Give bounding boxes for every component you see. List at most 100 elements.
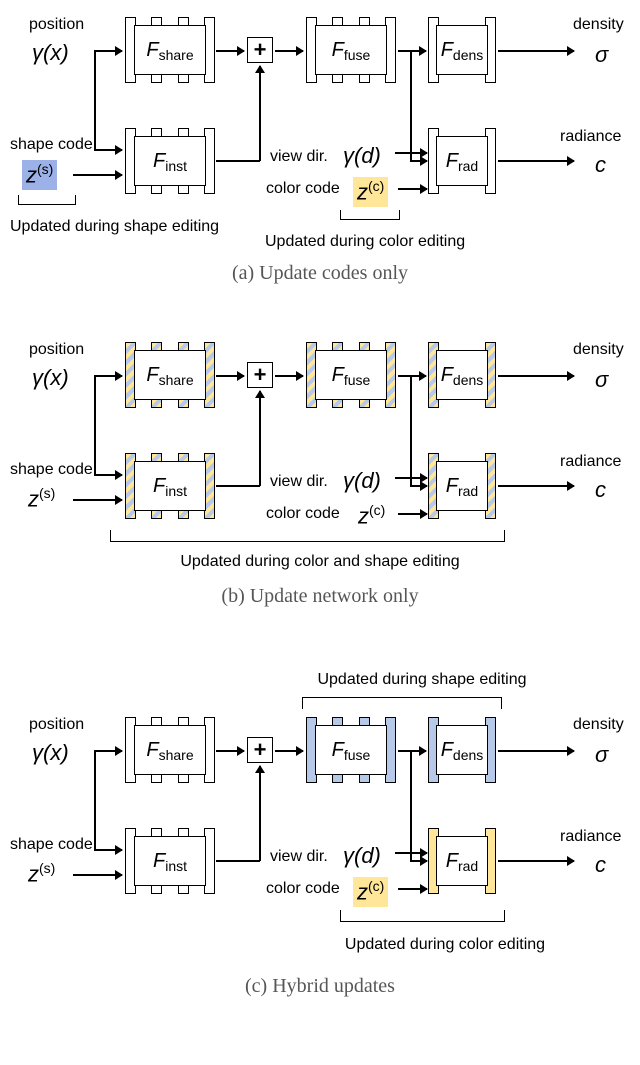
line <box>410 375 412 485</box>
f-inst-a: Finst <box>134 136 206 186</box>
label-colorcode-c: color code <box>266 879 340 898</box>
f-fuse-c: Ffuse <box>315 725 387 775</box>
arrow <box>94 849 122 851</box>
sym-gamma-x-a: γ(x) <box>32 40 69 66</box>
line <box>94 750 96 849</box>
arrow <box>275 750 303 752</box>
arrow <box>94 50 122 52</box>
sym-c-a: c <box>595 152 606 178</box>
f-dens-b: Fdens <box>436 350 488 400</box>
sym-sigma-b: σ <box>595 367 608 393</box>
sym-zs-a: z(s) <box>22 160 57 190</box>
brace-c-top <box>302 697 502 709</box>
label-density-b: density <box>573 340 624 359</box>
brace <box>18 195 76 205</box>
note-b: Updated during color and shape editing <box>0 552 640 571</box>
arrow <box>73 174 122 176</box>
label-shape-code-a: shape code <box>10 135 93 154</box>
f-rad-b: Frad <box>436 461 488 511</box>
arrow <box>73 874 122 876</box>
arrow <box>398 513 427 515</box>
f-rad-c: Frad <box>436 836 488 886</box>
arrow <box>498 50 574 52</box>
arrow <box>398 888 427 890</box>
arrow <box>498 485 574 487</box>
arrow <box>216 375 244 377</box>
arrow <box>398 50 426 52</box>
arrow <box>498 750 574 752</box>
arrow <box>395 152 427 154</box>
f-fuse-a: Ffuse <box>315 25 387 75</box>
caption-a: (a) Update codes only <box>0 262 640 285</box>
sym-gamma-x-c: γ(x) <box>32 740 69 766</box>
sym-zs-c: z(s) <box>28 860 55 888</box>
label-position-c: position <box>29 715 84 734</box>
label-colorcode-a: color code <box>266 179 340 198</box>
f-share-b: Fshare <box>134 350 206 400</box>
diagram: position γ(x) shape code z(s) Fshare Fin… <box>0 0 640 1065</box>
label-radiance-c: radiance <box>560 827 621 846</box>
arrow <box>94 375 122 377</box>
arrow <box>94 149 122 151</box>
arrow <box>395 852 427 854</box>
f-fuse-b: Ffuse <box>315 350 387 400</box>
f-inst-b: Finst <box>134 461 206 511</box>
arrow <box>216 50 244 52</box>
caption-b: (b) Update network only <box>0 585 640 608</box>
arrow <box>498 860 574 862</box>
label-radiance-b: radiance <box>560 452 621 471</box>
arrow <box>398 188 427 190</box>
arrow <box>410 860 427 862</box>
label-density-c: density <box>573 715 624 734</box>
line <box>94 375 96 474</box>
label-density-a: density <box>573 15 624 34</box>
f-share-a: Fshare <box>134 25 206 75</box>
sym-sigma-c: σ <box>595 742 608 768</box>
f-dens-c: Fdens <box>436 725 488 775</box>
arrow <box>216 750 244 752</box>
label-shape-code-c: shape code <box>10 835 93 854</box>
arrow <box>410 485 427 487</box>
f-inst-c: Finst <box>134 836 206 886</box>
sym-sigma-a: σ <box>595 42 608 68</box>
arrow <box>259 766 261 861</box>
sym-gd-c: γ(d) <box>343 843 381 869</box>
sym-c-c: c <box>595 852 606 878</box>
sym-zc-c: z(c) <box>353 877 388 907</box>
line <box>216 160 260 162</box>
plus-c: + <box>247 737 273 763</box>
arrow <box>94 474 122 476</box>
note-c-shape: Updated during shape editing <box>302 670 542 689</box>
line <box>410 50 412 160</box>
arrow <box>498 375 574 377</box>
note-a-color: Updated during color editing <box>265 232 515 251</box>
label-position: position <box>29 15 84 34</box>
sym-zc-a: z(c) <box>353 177 388 207</box>
f-share-c: Fshare <box>134 725 206 775</box>
f-rad-a: Frad <box>436 136 488 186</box>
f-dens-a: Fdens <box>436 25 488 75</box>
caption-c: (c) Hybrid updates <box>0 975 640 998</box>
arrow <box>259 66 261 161</box>
arrow <box>398 750 426 752</box>
arrow <box>398 375 426 377</box>
sym-zc-b: z(c) <box>358 502 385 530</box>
brace-b <box>110 530 505 542</box>
brace-c-bottom <box>340 910 505 922</box>
label-viewdir-c: view dir. <box>270 847 328 866</box>
arrow <box>395 477 427 479</box>
arrow <box>94 750 122 752</box>
arrow <box>73 499 122 501</box>
line <box>216 860 260 862</box>
sym-zs-b: z(s) <box>28 485 55 513</box>
arrow <box>498 160 574 162</box>
sym-gd-a: γ(d) <box>343 143 381 169</box>
label-viewdir-b: view dir. <box>270 472 328 491</box>
label-viewdir-a: view dir. <box>270 147 328 166</box>
arrow <box>410 160 427 162</box>
arrow <box>259 391 261 486</box>
arrow <box>275 50 303 52</box>
line <box>94 50 96 149</box>
sym-gd-b: γ(d) <box>343 468 381 494</box>
arrow <box>275 375 303 377</box>
